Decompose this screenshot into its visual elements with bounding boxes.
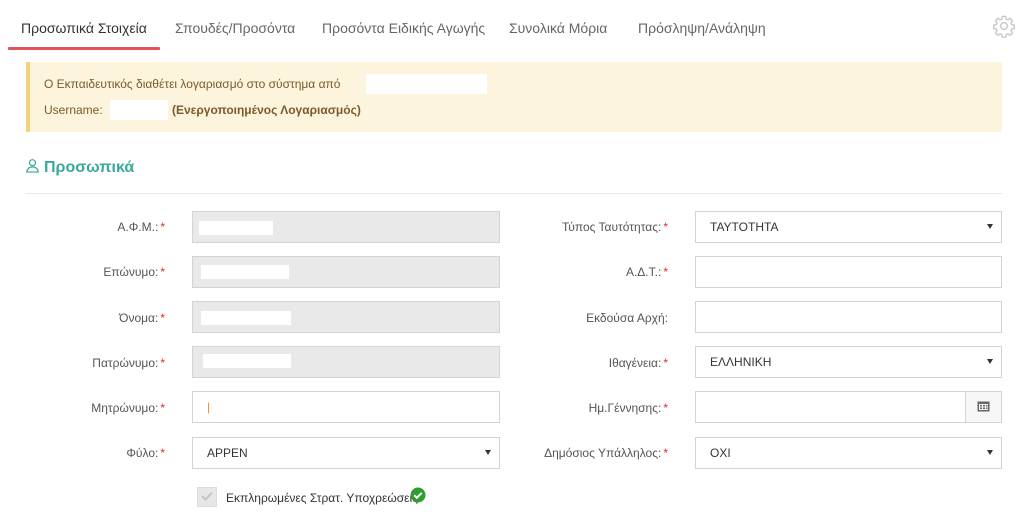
tab-total-points[interactable]: Συνολικά Μόρια: [509, 20, 607, 36]
text-cursor: |: [207, 400, 211, 414]
nationality-label-text: Ιθαγένεια:: [608, 356, 662, 370]
father-name-label-text: Πατρώνυμο:: [92, 356, 159, 370]
section-divider: [25, 193, 1002, 194]
required-mark: *: [160, 220, 165, 234]
required-mark: *: [663, 401, 668, 415]
required-mark: *: [663, 220, 668, 234]
birthdate-label-text: Ημ.Γέννησης:: [588, 401, 662, 415]
check-icon: [201, 490, 213, 504]
gender-select[interactable]: ΑΡΡΕΝ: [192, 437, 500, 469]
id-type-label: Τύπος Ταυτότητας: *: [562, 220, 668, 234]
calendar-icon: [977, 400, 990, 415]
active-tab-indicator: [8, 47, 160, 50]
id-type-value: ΤΑΥΤΟΤΗΤΑ: [710, 220, 779, 234]
civil-servant-label: Δημόσιος Υπάλληλος: *: [544, 446, 668, 460]
username-redacted: [110, 100, 168, 120]
military-label: Εκπληρωμένες Στρατ. Υποχρεώσεις: [226, 491, 418, 505]
mother-name-label-text: Μητρώνυμο:: [91, 401, 159, 415]
section-title-text: Προσωπικά: [44, 159, 135, 176]
nationality-value: ΕΛΛΗΝΙΚΗ: [710, 355, 772, 369]
surname-label-text: Επώνυμο:: [103, 265, 159, 279]
tab-bar: Προσωπικά Στοιχεία Σπουδές/Προσόντα Προσ…: [0, 0, 1024, 50]
issuer-label: Εκδούσα Αρχή:: [586, 311, 668, 325]
name-value-redacted: [201, 311, 291, 325]
father-name-value-redacted: [203, 354, 291, 368]
account-alert: Ο Εκπαιδευτικός διαθέτει λογαριασμό στο …: [26, 62, 1002, 132]
required-mark: *: [160, 265, 165, 279]
adt-label-text: Α.Δ.Τ.:: [625, 265, 662, 279]
civil-servant-label-text: Δημόσιος Υπάλληλος:: [544, 446, 662, 460]
required-mark: *: [160, 311, 165, 325]
adt-label: Α.Δ.Τ.: *: [626, 265, 668, 279]
gender-value: ΑΡΡΕΝ: [207, 446, 248, 460]
nationality-label: Ιθαγένεια: *: [609, 356, 668, 370]
civil-servant-select[interactable]: ΟΧΙ: [695, 437, 1002, 469]
username-label: Username:: [44, 103, 103, 117]
nationality-select[interactable]: ΕΛΛΗΝΙΚΗ: [695, 346, 1002, 378]
id-type-select[interactable]: ΤΑΥΤΟΤΗΤΑ: [695, 211, 1002, 243]
afm-value-redacted: [199, 221, 273, 235]
surname-value-redacted: [201, 265, 289, 279]
tab-hiring[interactable]: Πρόσληψη/Ανάληψη: [638, 20, 766, 36]
id-type-label-text: Τύπος Ταυτότητας:: [562, 220, 662, 234]
surname-label: Επώνυμο: *: [103, 265, 165, 279]
name-label-text: Όνομα:: [119, 311, 159, 325]
military-checkbox[interactable]: [197, 487, 217, 507]
section-title: Προσωπικά: [25, 158, 134, 178]
mother-name-label: Μητρώνυμο: *: [91, 401, 165, 415]
issuer-field[interactable]: [695, 301, 1002, 333]
tab-special-education[interactable]: Προσόντα Ειδικής Αγωγής: [322, 20, 485, 36]
required-mark: *: [160, 401, 165, 415]
tab-personal[interactable]: Προσωπικά Στοιχεία: [21, 20, 147, 36]
afm-label: Α.Φ.Μ.: *: [117, 220, 165, 234]
father-name-label: Πατρώνυμο: *: [92, 356, 165, 370]
tab-studies[interactable]: Σπουδές/Προσόντα: [175, 20, 295, 36]
account-status: (Ενεργοποιημένος Λογαριασμός): [172, 103, 361, 117]
required-mark: *: [663, 446, 668, 460]
afm-label-text: Α.Φ.Μ.:: [117, 220, 159, 234]
adt-field[interactable]: [695, 256, 1002, 288]
caret-down-icon: [987, 224, 993, 229]
required-mark: *: [663, 356, 668, 370]
issuer-label-text: Εκδούσα Αρχή:: [586, 311, 668, 325]
birthdate-field[interactable]: [695, 391, 1002, 423]
caret-down-icon: [987, 450, 993, 455]
check-circle-icon: [410, 487, 426, 503]
birthdate-label: Ημ.Γέννησης: *: [589, 401, 668, 415]
required-mark: *: [160, 446, 165, 460]
required-mark: *: [160, 356, 165, 370]
account-info-text: Ο Εκπαιδευτικός διαθέτει λογαριασμό στο …: [44, 77, 341, 91]
gender-label-text: Φύλο:: [126, 446, 159, 460]
caret-down-icon: [987, 359, 993, 364]
caret-down-icon: [485, 450, 491, 455]
user-icon: [25, 158, 40, 178]
required-mark: *: [663, 265, 668, 279]
calendar-button[interactable]: [965, 392, 1001, 422]
civil-servant-value: ΟΧΙ: [710, 446, 731, 460]
name-label: Όνομα: *: [119, 311, 165, 325]
account-date-redacted: [366, 74, 487, 94]
mother-name-field[interactable]: |: [192, 391, 500, 423]
gender-label: Φύλο: *: [126, 446, 165, 460]
gear-icon[interactable]: [992, 14, 1016, 38]
